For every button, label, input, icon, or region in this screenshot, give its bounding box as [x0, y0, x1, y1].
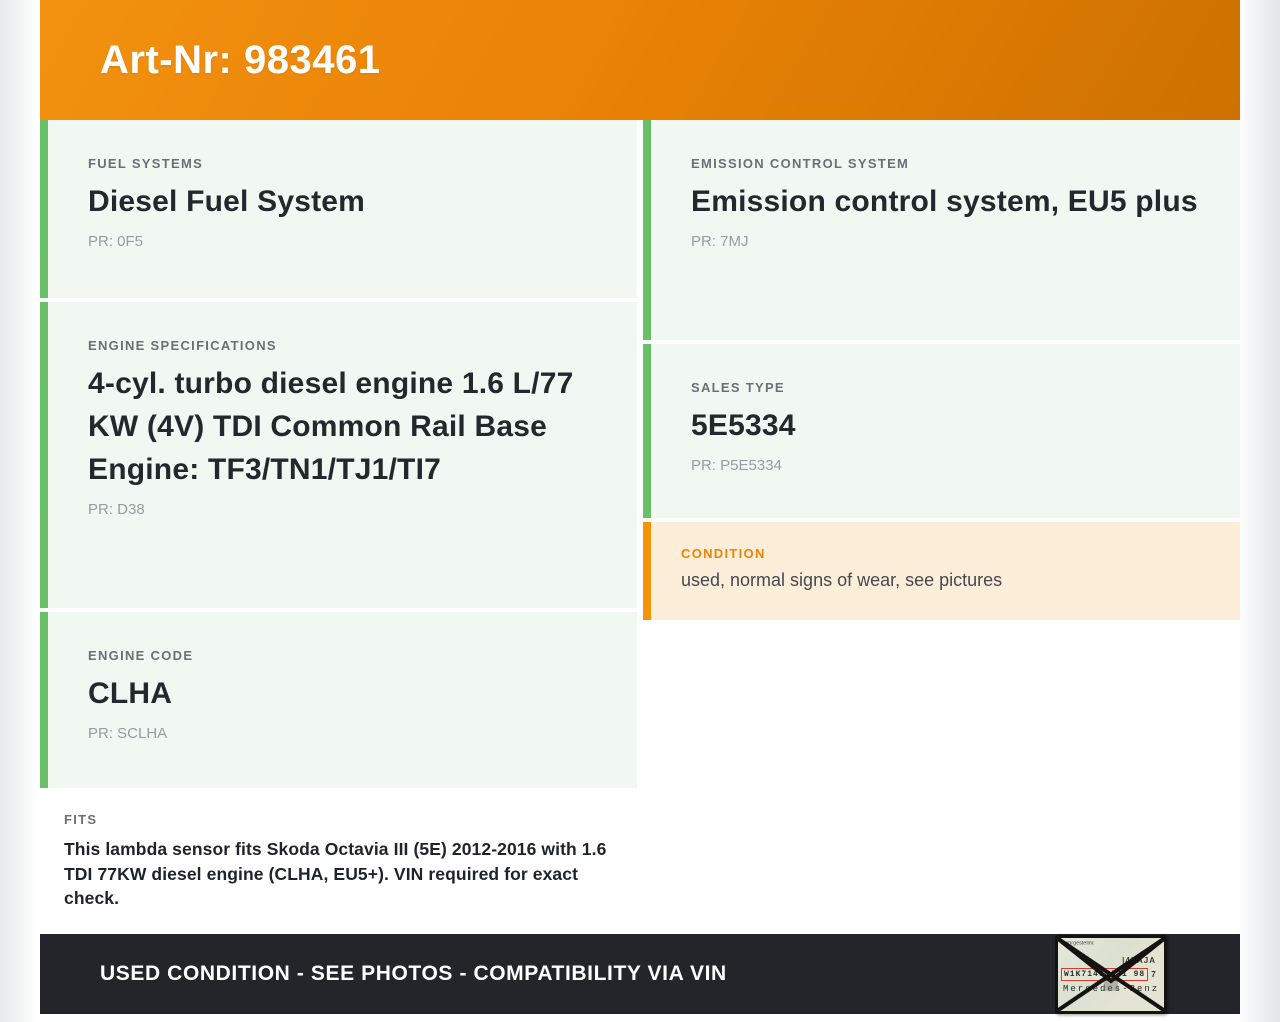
footer-text: USED CONDITION - SEE PHOTOS - COMPATIBIL…: [100, 962, 727, 985]
fits-description: This lambda sensor fits Skoda Octavia II…: [64, 839, 607, 908]
right-column: EMISSION CONTROL SYSTEM Emission control…: [643, 120, 1240, 930]
card-engine-specifications: ENGINE SPECIFICATIONS 4-cyl. turbo diese…: [40, 302, 637, 608]
card-label: ENGINE SPECIFICATIONS: [88, 338, 277, 353]
page-title: Art-Nr: 983461: [100, 37, 381, 82]
card-condition: CONDITION used, normal signs of wear, se…: [643, 522, 1240, 620]
pr-code: PR: P5E5334: [691, 456, 782, 474]
card-label: FUEL SYSTEMS: [88, 156, 204, 171]
pr-code: PR: D38: [88, 500, 145, 518]
card-title: 4-cyl. turbo diesel engine 1.6 L/77 KW (…: [88, 367, 574, 486]
card-sales-type: SALES TYPE 5E5334 PR: P5E5334: [643, 344, 1240, 518]
product-sheet: Art-Nr: 983461 FUEL SYSTEMS Diesel Fuel …: [40, 0, 1240, 1022]
spec-columns: FUEL SYSTEMS Diesel Fuel System PR: 0F5 …: [40, 120, 1240, 930]
card-title: Emission control system, EU5 plus: [691, 185, 1198, 218]
card-label: CONDITION: [681, 546, 766, 561]
pr-code: PR: 7MJ: [691, 232, 749, 250]
pr-code: PR: SCLHA: [88, 724, 168, 742]
card-fits: FITS This lambda sensor fits Skoda Octav…: [40, 790, 637, 930]
card-label: FITS: [64, 812, 98, 827]
left-column: FUEL SYSTEMS Diesel Fuel System PR: 0F5 …: [40, 120, 637, 930]
card-title: 5E5334: [691, 409, 796, 442]
vin-document-stamp: Fahrgestellnr. |4| AJA W1K71463J31 98 7 …: [1055, 935, 1167, 1014]
pr-code: PR: 0F5: [88, 232, 144, 250]
envelope-icon: [1058, 938, 1164, 1011]
card-fuel-systems: FUEL SYSTEMS Diesel Fuel System PR: 0F5: [40, 120, 637, 298]
card-title: CLHA: [88, 677, 173, 710]
card-emission-control-system: EMISSION CONTROL SYSTEM Emission control…: [643, 120, 1240, 340]
card-engine-code: ENGINE CODE CLHA PR: SCLHA: [40, 612, 637, 788]
card-label: EMISSION CONTROL SYSTEM: [691, 156, 910, 171]
card-label: ENGINE CODE: [88, 648, 194, 663]
header: Art-Nr: 983461: [40, 0, 1240, 120]
condition-text: used, normal signs of wear, see pictures: [681, 570, 1003, 590]
card-title: Diesel Fuel System: [88, 185, 366, 218]
card-label: SALES TYPE: [691, 380, 785, 395]
